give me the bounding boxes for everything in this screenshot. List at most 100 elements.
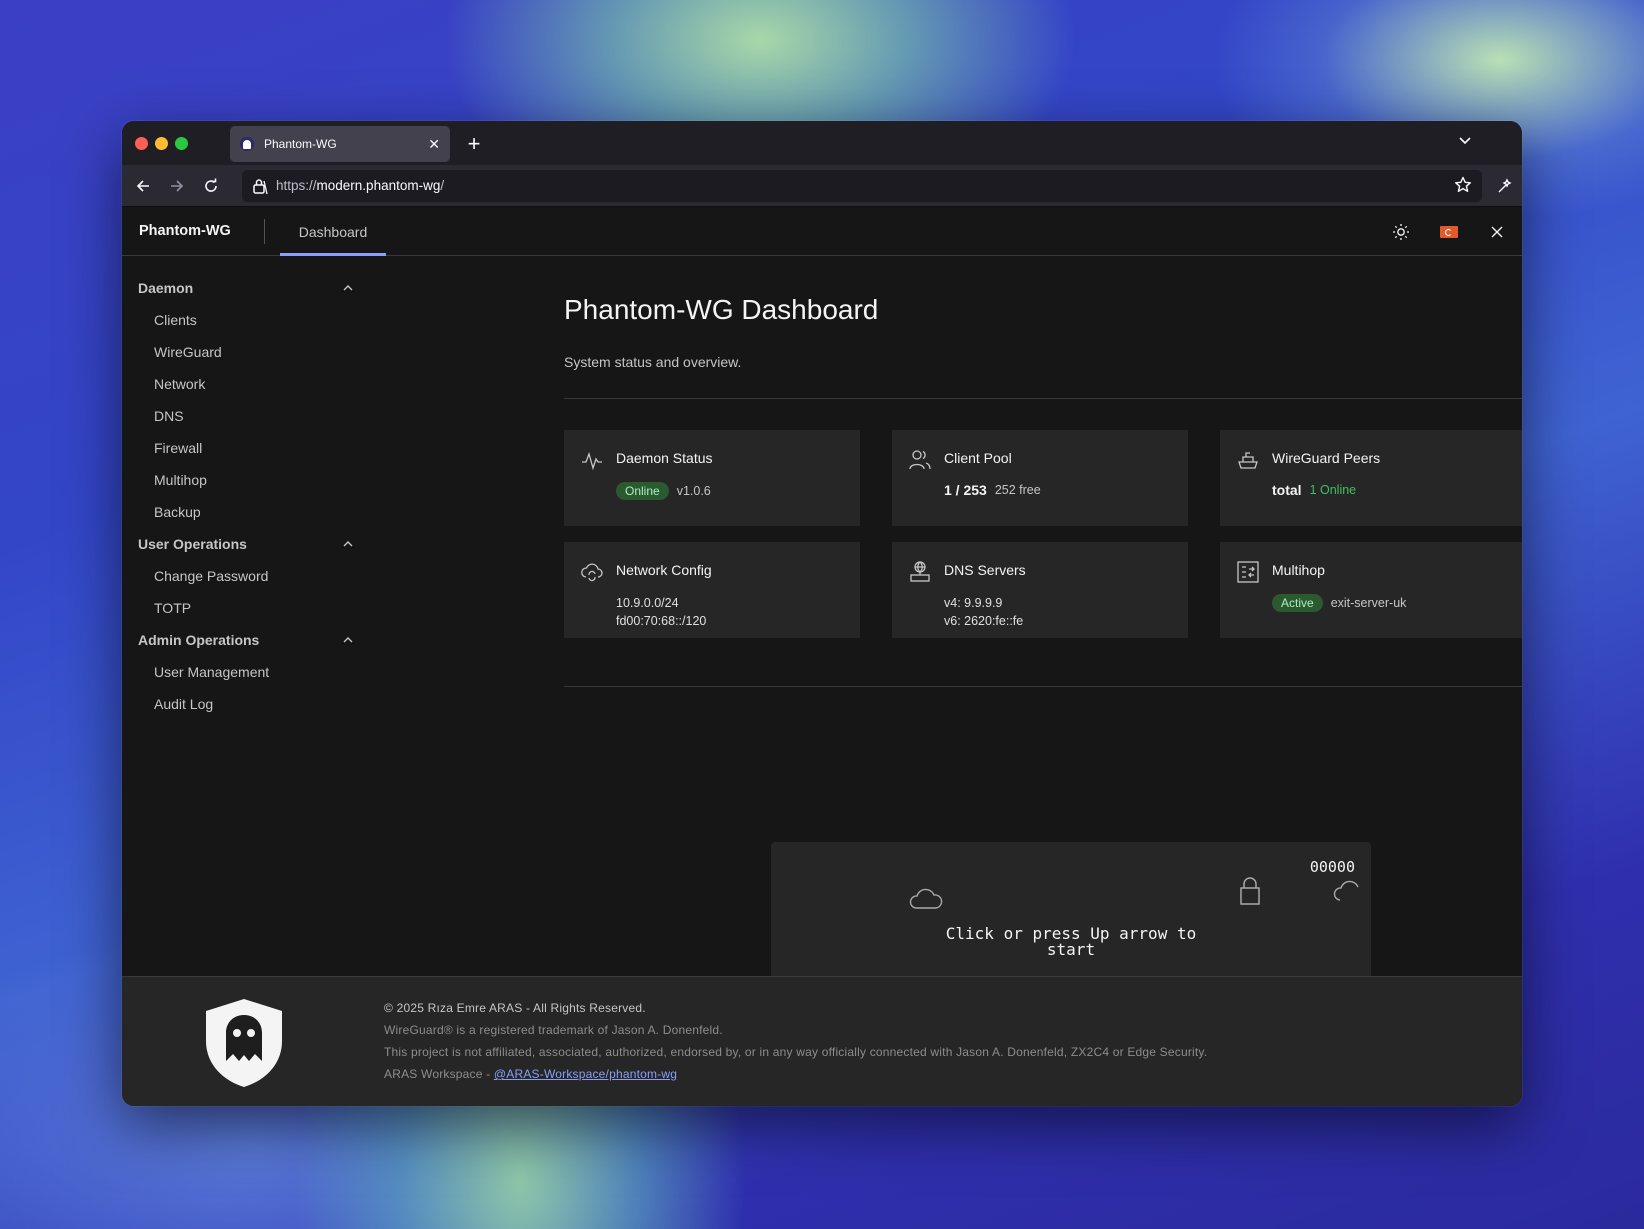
dns-v4: v4: 9.9.9.9 bbox=[944, 596, 1003, 610]
sidebar-item-backup[interactable]: Backup bbox=[154, 504, 201, 520]
sidebar-item-firewall[interactable]: Firewall bbox=[154, 440, 202, 456]
dns-servers-card: DNS Servers v4: 9.9.9.9 v6: 2620:fe::fe bbox=[892, 542, 1188, 638]
pool-free: 252 free bbox=[994, 483, 1041, 497]
card-title: Multihop bbox=[1272, 562, 1325, 578]
sidebar-group-user-operations[interactable]: User Operations bbox=[138, 536, 354, 552]
dns-v6: v6: 2620:fe::fe bbox=[944, 614, 1024, 628]
multihop-card: Multihop Active exit-server-uk bbox=[1220, 542, 1522, 638]
zoom-window-button[interactable] bbox=[175, 137, 188, 150]
browser-tab[interactable]: Phantom-WG ✕ bbox=[230, 126, 450, 162]
url-host: modern.phantom-wg bbox=[316, 178, 441, 193]
wireguard-peers-card: WireGuard Peers total 1 Online bbox=[1220, 430, 1522, 526]
sidebar-item-audit-log[interactable]: Audit Log bbox=[154, 696, 213, 712]
github-repo-link[interactable]: @ARAS-Workspace/phantom-wg bbox=[494, 1067, 677, 1081]
footer-disclaimer: This project is not affiliated, associat… bbox=[384, 1045, 1208, 1059]
sidebar-group-admin-operations[interactable]: Admin Operations bbox=[138, 632, 354, 648]
pool-count: 1 / 253 bbox=[944, 482, 987, 498]
reload-icon bbox=[205, 178, 217, 192]
lock-icon[interactable] bbox=[252, 177, 268, 200]
card-row: 1 / 253 252 free bbox=[944, 482, 1041, 498]
chevron-up-icon bbox=[343, 637, 353, 643]
close-window-button[interactable] bbox=[135, 137, 148, 150]
card-title: WireGuard Peers bbox=[1272, 450, 1381, 466]
app-header: Phantom-WG Dashboard bbox=[122, 207, 1522, 256]
card-row: Active exit-server-uk bbox=[1272, 594, 1406, 612]
card-row: Online v1.0.6 bbox=[616, 482, 711, 500]
sidebar-group-daemon[interactable]: Daemon bbox=[138, 280, 354, 296]
sidebar-item-network[interactable]: Network bbox=[154, 376, 205, 392]
tab-dashboard[interactable]: Dashboard bbox=[280, 207, 386, 256]
network-ipv6: fd00:70:68::/120 bbox=[616, 614, 707, 628]
cloud-icon bbox=[1333, 880, 1359, 901]
tab-close-icon[interactable]: ✕ bbox=[428, 136, 440, 153]
network-ipv4: 10.9.0.0/24 bbox=[616, 596, 679, 610]
sidebar-item-multihop[interactable]: Multihop bbox=[154, 472, 207, 488]
brand-name[interactable]: Phantom-WG bbox=[139, 223, 231, 239]
tab-title: Phantom-WG bbox=[264, 137, 337, 151]
phantom-shield-logo-icon bbox=[206, 999, 282, 1087]
url-text[interactable]: https://modern.phantom-wg/ bbox=[276, 178, 444, 193]
forward-button[interactable] bbox=[166, 175, 188, 197]
sun-icon bbox=[1393, 224, 1409, 240]
forward-arrow-icon bbox=[171, 180, 184, 192]
language-button[interactable] bbox=[1436, 219, 1462, 245]
page-title: Phantom-WG Dashboard bbox=[564, 294, 879, 325]
card-title: Client Pool bbox=[944, 450, 1012, 466]
reload-button[interactable] bbox=[200, 175, 222, 197]
header-divider bbox=[264, 219, 265, 244]
close-icon bbox=[1491, 226, 1503, 238]
sidebar-item-wireguard[interactable]: WireGuard bbox=[154, 344, 222, 360]
sidebar-group-label: User Operations bbox=[138, 536, 247, 552]
new-tab-button[interactable]: + bbox=[460, 130, 488, 158]
game-score: 00000 bbox=[1309, 858, 1355, 876]
sidebar-item-change-password[interactable]: Change Password bbox=[154, 568, 268, 584]
divider bbox=[564, 686, 1522, 687]
network-config-card: Network Config 10.9.0.0/24 fd00:70:68::/… bbox=[564, 542, 860, 638]
workspace-prefix: ARAS Workspace - bbox=[384, 1067, 494, 1081]
extension-tools-icon[interactable] bbox=[1494, 175, 1516, 197]
back-arrow-icon bbox=[136, 180, 149, 192]
chevron-up-icon bbox=[343, 285, 353, 291]
page-subtitle: System status and overview. bbox=[564, 354, 742, 370]
exit-server: exit-server-uk bbox=[1330, 596, 1407, 610]
bookmark-star-icon[interactable] bbox=[1454, 176, 1472, 199]
users-icon bbox=[909, 450, 931, 470]
chevron-up-icon bbox=[343, 541, 353, 547]
url-bar[interactable]: https://modern.phantom-wg/ bbox=[242, 170, 1482, 202]
sidebar-item-totp[interactable]: TOTP bbox=[154, 600, 191, 616]
sidebar-group-label: Daemon bbox=[138, 280, 194, 296]
sidebar-item-user-management[interactable]: User Management bbox=[154, 664, 269, 680]
sidebar-item-clients[interactable]: Clients bbox=[154, 312, 197, 328]
multihop-icon bbox=[1237, 561, 1259, 583]
browser-window: Phantom-WG ✕ + https://modern.phantom-wg… bbox=[122, 121, 1522, 1106]
lock-obstacle-icon bbox=[1240, 877, 1260, 905]
peers-total: total bbox=[1272, 482, 1302, 498]
card-title: DNS Servers bbox=[944, 562, 1026, 578]
main-content: Phantom-WG Dashboard System status and o… bbox=[370, 256, 1522, 1042]
client-pool-card: Client Pool 1 / 253 252 free bbox=[892, 430, 1188, 526]
game-start-message: Click or press Up arrow to start bbox=[945, 924, 1197, 959]
url-scheme: https:// bbox=[276, 178, 317, 193]
status-badge: Online bbox=[616, 482, 669, 500]
footer: © 2025 Rıza Emre ARAS - All Rights Reser… bbox=[122, 976, 1522, 1106]
footer-copyright: © 2025 Rıza Emre ARAS - All Rights Reser… bbox=[384, 1001, 646, 1015]
card-row: total 1 Online bbox=[1272, 482, 1356, 498]
activity-icon bbox=[582, 451, 602, 471]
theme-toggle-button[interactable] bbox=[1388, 219, 1414, 245]
back-button[interactable] bbox=[132, 175, 154, 197]
card-title: Daemon Status bbox=[616, 450, 713, 466]
tab-strip: Phantom-WG ✕ + bbox=[122, 121, 1522, 165]
status-badge: Active bbox=[1272, 594, 1323, 612]
ghost-favicon-icon bbox=[240, 137, 254, 151]
logout-close-button[interactable] bbox=[1484, 219, 1510, 245]
divider bbox=[564, 398, 1522, 399]
peers-online: 1 Online bbox=[1309, 483, 1357, 497]
sidebar-item-dns[interactable]: DNS bbox=[154, 408, 184, 424]
peers-icon bbox=[1238, 452, 1258, 469]
sidebar: Daemon Clients WireGuard Network DNS Fir… bbox=[122, 256, 370, 976]
minimize-window-button[interactable] bbox=[155, 137, 168, 150]
cloud-icon bbox=[909, 888, 943, 909]
nav-bar: https://modern.phantom-wg/ uo bbox=[122, 165, 1522, 207]
turkey-flag-icon bbox=[1440, 226, 1458, 238]
list-tabs-button[interactable] bbox=[1458, 133, 1472, 152]
